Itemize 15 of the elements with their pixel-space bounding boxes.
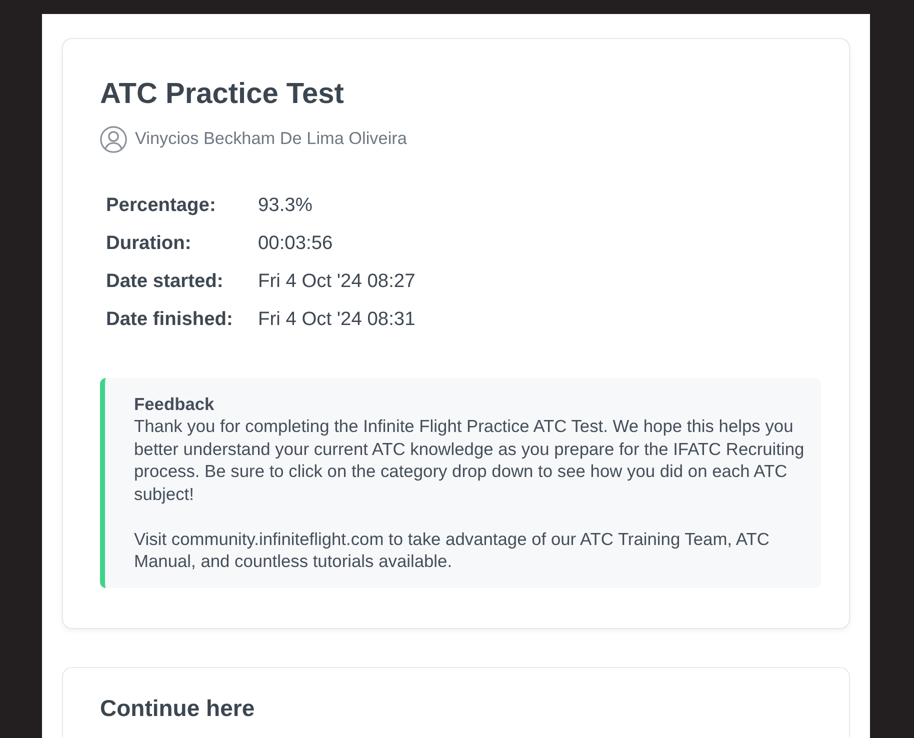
detail-label: Percentage:	[105, 194, 217, 218]
detail-value: Fri 4 Oct '24 08:27	[257, 270, 416, 294]
user-icon	[100, 126, 127, 153]
user-name: Vinycios Beckham De Lima Oliveira	[135, 127, 407, 150]
detail-value: 93.3%	[257, 194, 314, 218]
feedback-paragraph: Visit community.infiniteflight.com to take advantage of our ATC Training Team, ATC Manual, and countless tutorials available.	[134, 528, 770, 573]
feedback-title: Feedback	[134, 392, 216, 416]
detail-value: Fri 4 Oct '24 08:31	[257, 308, 416, 332]
detail-label: Date finished:	[105, 308, 234, 332]
detail-label: Duration:	[105, 232, 192, 256]
feedback-paragraph: Thank you for completing the Infinite Flight Practice ATC Test. We hope this helps you better understand your current ATC knowledge as you prepare for the IFATC Recruiting process. Be sure to click on the category drop down to see how you did on each ATC subject!	[134, 415, 806, 506]
detail-value: 00:03:56	[257, 232, 334, 256]
detail-label: Date started:	[105, 270, 224, 294]
test-title: ATC Practice Test	[100, 77, 345, 112]
continue-heading: Continue here	[100, 694, 256, 722]
